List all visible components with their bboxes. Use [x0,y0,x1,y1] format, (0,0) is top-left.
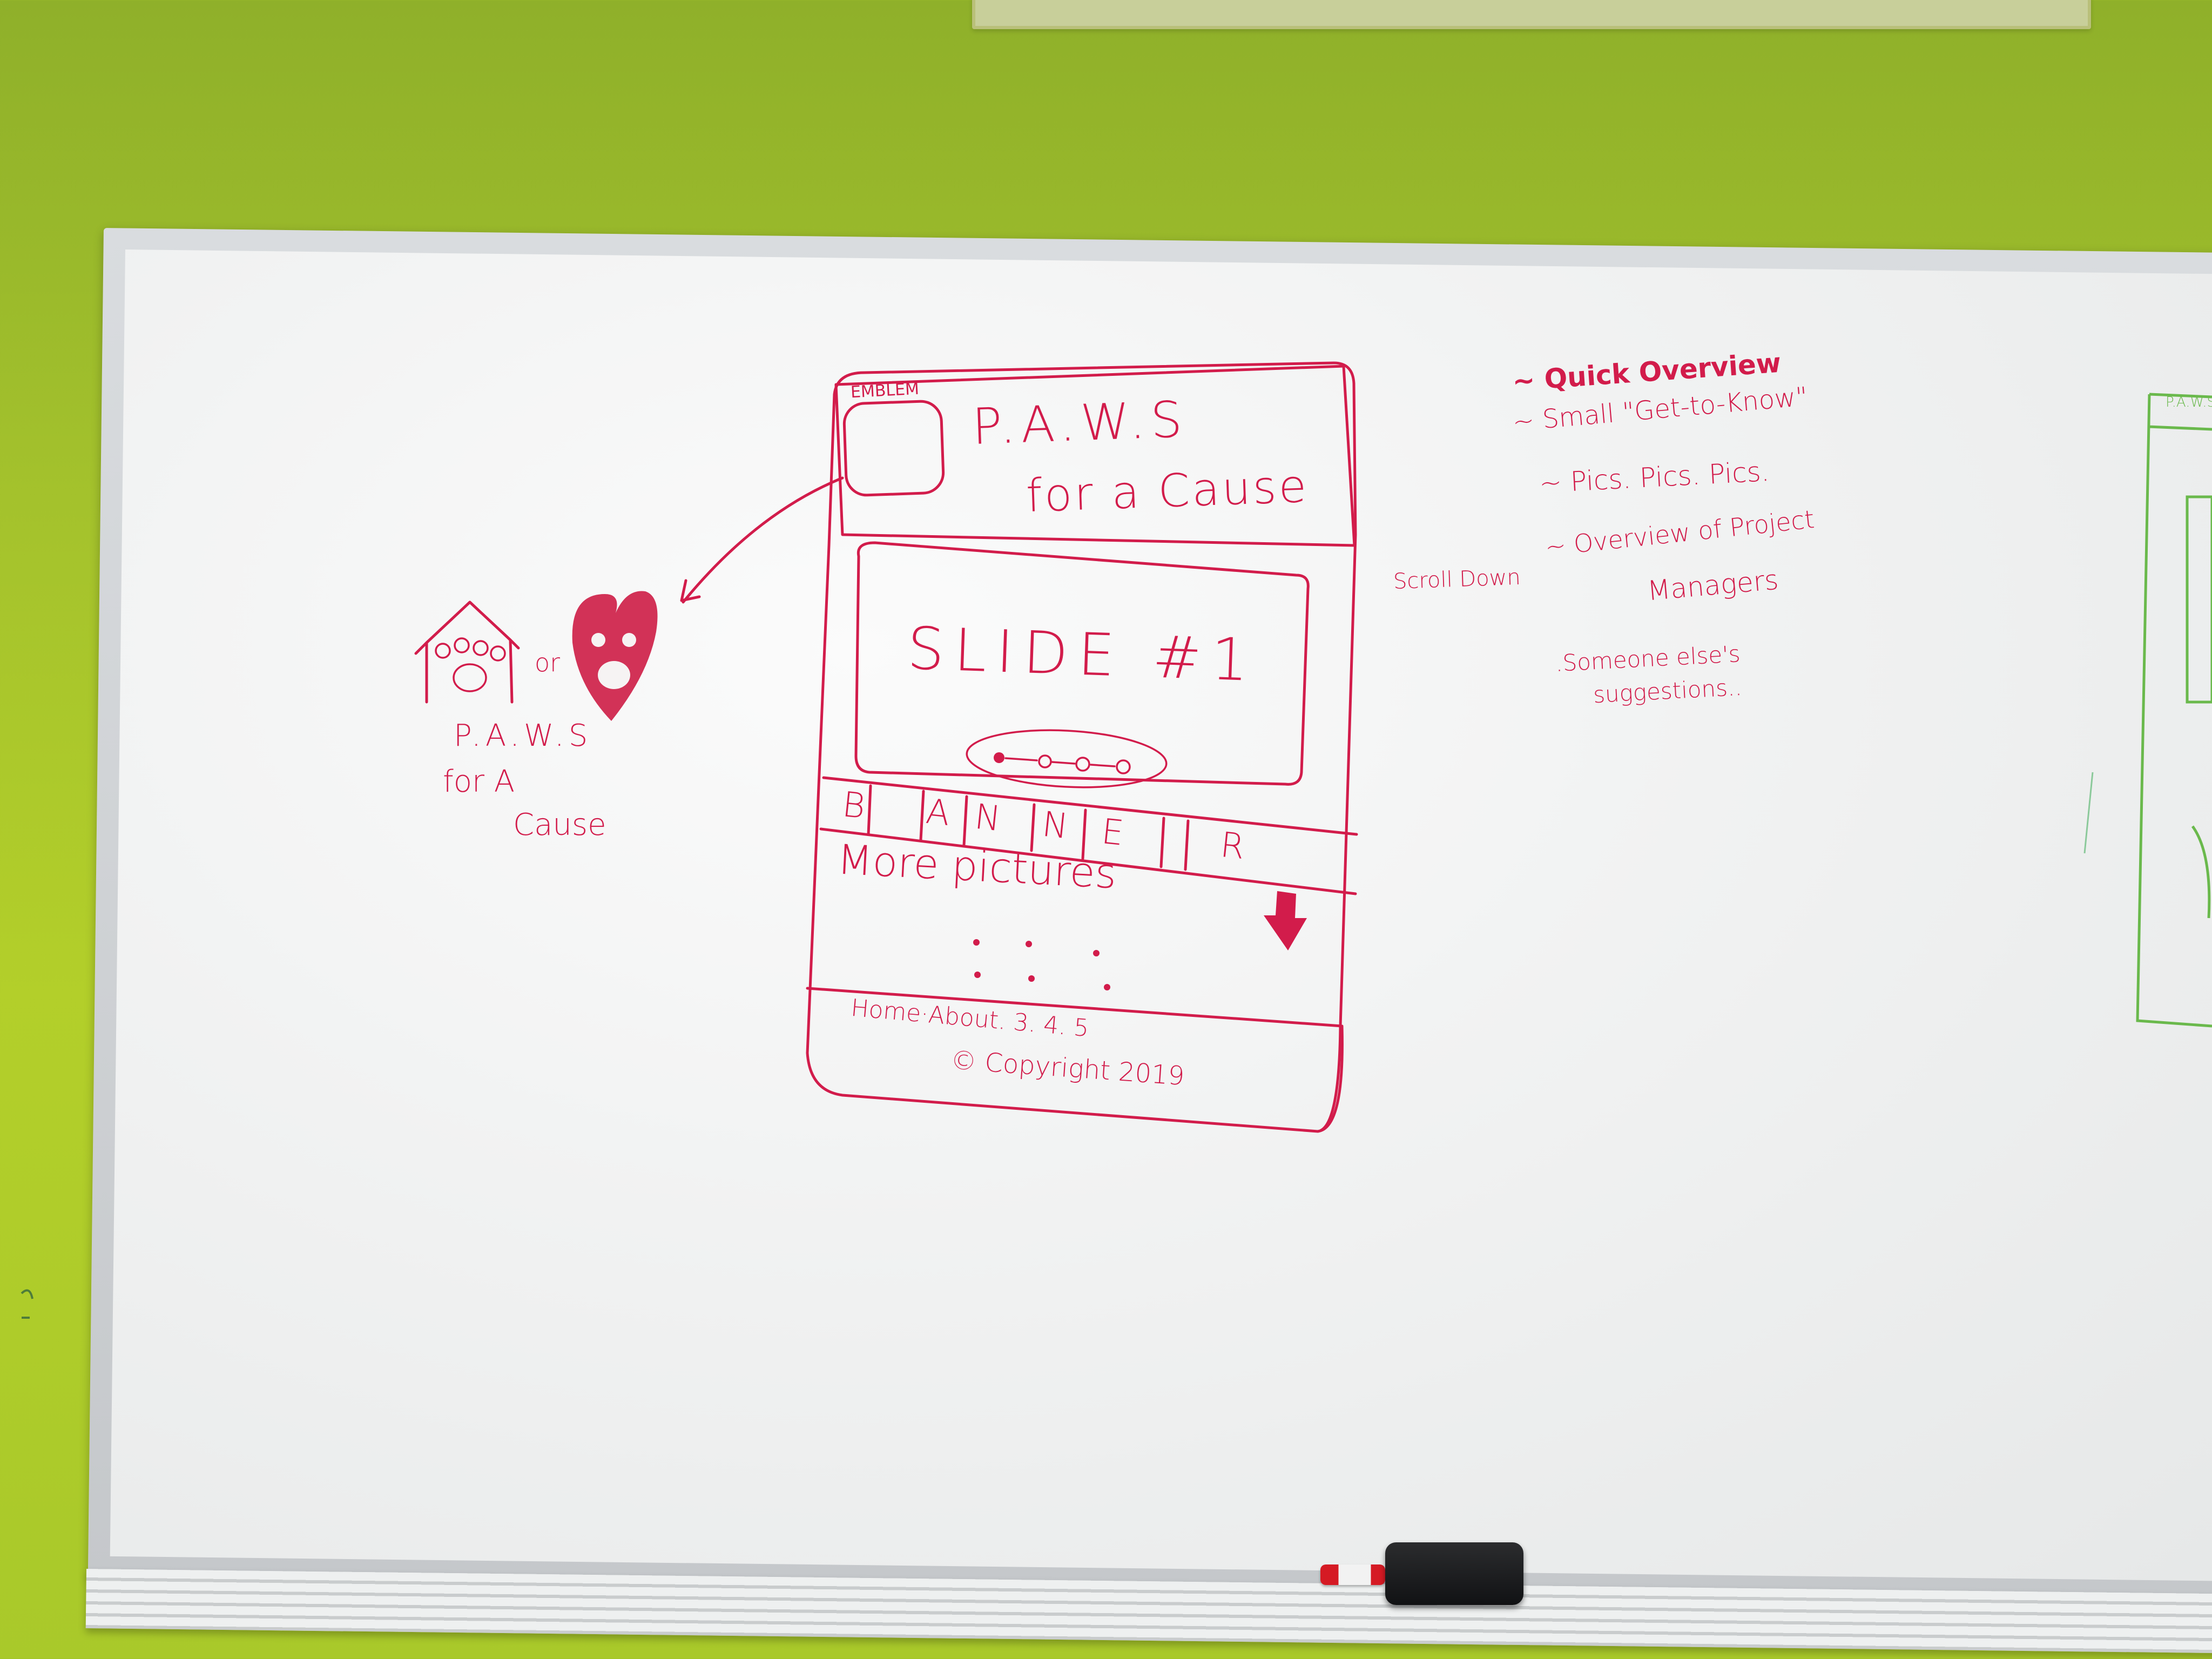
banner-letter: N [1040,804,1070,847]
green-sketch [2136,393,2212,1028]
banner-top [822,776,1358,836]
banner-letter: B [840,785,867,827]
or-label: or [535,648,561,677]
logo-name-line1: P.A.W.S [454,718,592,753]
logo-name-line3: Cause [513,807,606,842]
carousel-dot [1116,759,1131,774]
banner-letter: A [924,791,952,834]
paw-print-icon [435,637,506,692]
logo-name-line2: for A [443,764,515,799]
banner-letter: R [1218,825,1247,868]
carousel-dot [1038,754,1052,768]
board-smudge [21,1289,33,1319]
whiteboard-eraser[interactable] [1385,1542,1523,1605]
red-marker[interactable] [1320,1564,1385,1585]
house-icon [414,601,520,704]
heart-icon [572,591,658,721]
emblem-box [842,400,945,497]
note-scroll-down: Scroll Down [1393,564,1521,595]
ellipsis-dots [973,939,1110,990]
arrow-line [682,476,844,604]
slide-label: SLIDE #1 [906,615,1259,695]
emblem-label: EMBLEM [850,379,920,402]
site-title-line1: P.A.W.S [971,390,1189,456]
arrow-head [680,579,701,602]
green-scribble [2083,772,2094,854]
banner-letter: N [973,797,1003,840]
site-title-line2: for a Cause [1025,459,1310,523]
down-arrow-icon [1264,891,1307,950]
carousel-dot-active [994,752,1004,763]
right-sketch-title: P.A.W.S [2166,394,2212,410]
carousel-dot [1075,757,1090,772]
banner-letter: E [1100,812,1126,854]
